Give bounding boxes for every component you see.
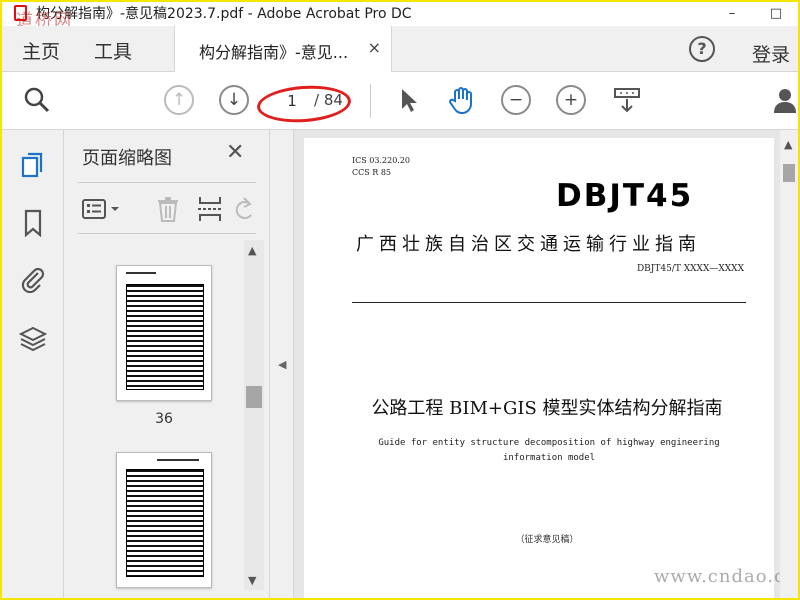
document-area: ICS 03.220.20 CCS R 85 DBJT45 广西壮族自治区交通运… (294, 130, 798, 598)
prev-page-icon[interactable]: ↑ (164, 85, 194, 115)
layers-icon[interactable] (16, 322, 50, 356)
zoom-in-icon[interactable]: + (556, 85, 586, 115)
home-menu[interactable]: 主页 (22, 37, 60, 64)
toolbar-divider (370, 84, 371, 118)
panel-close-icon[interactable]: ✕ (226, 140, 244, 165)
tools-menu[interactable]: 工具 (94, 37, 132, 64)
tab-close-icon[interactable]: × (368, 38, 381, 57)
red-annotation-ellipse (255, 82, 353, 126)
panel-scrollbar-thumb[interactable] (246, 386, 262, 408)
page-thumbnail[interactable] (116, 452, 212, 588)
next-page-icon[interactable]: ↓ (219, 85, 249, 115)
scroll-up-icon[interactable]: ▲ (248, 244, 256, 257)
document-page: ICS 03.220.20 CCS R 85 DBJT45 广西壮族自治区交通运… (304, 138, 774, 598)
scroll-down-icon[interactable]: ▼ (248, 574, 256, 587)
panel-collapse-handle[interactable]: ◀ (270, 130, 294, 598)
attachments-icon[interactable] (16, 262, 50, 296)
insert-page-icon[interactable] (196, 195, 224, 223)
document-tab-label: 构分解指南》-意见... (199, 43, 349, 62)
rotate-page-icon[interactable] (230, 195, 258, 223)
main-toolbar: ↑ ↓ / 84 − + (2, 72, 798, 130)
thumb-header-line (157, 459, 199, 461)
delete-page-icon[interactable] (154, 195, 182, 223)
thumbnail-page-number: 36 (155, 411, 173, 427)
thumbnail-panel: 页面缩略图 ✕ 36 ▲ ▼ (64, 130, 270, 598)
panel-toolbar (78, 182, 256, 234)
thumb-table (126, 284, 204, 390)
document-scrollbar[interactable]: ▲ (780, 130, 798, 598)
zoom-out-icon[interactable]: − (501, 85, 531, 115)
ccs-code: CCS R 85 (352, 168, 392, 177)
thumb-table (126, 469, 204, 577)
page-thumbnail[interactable] (116, 265, 212, 401)
english-title: Guide for entity structure decomposition… (344, 436, 754, 466)
region-title: 广西壮族自治区交通运输行业指南 (356, 234, 701, 255)
draft-note: （征求意见稿） (515, 535, 579, 545)
english-title-line: Guide for entity structure decomposition… (378, 438, 720, 448)
panel-scrollbar[interactable]: ▲ ▼ (244, 240, 264, 590)
share-user-icon[interactable] (772, 85, 798, 115)
panel-title: 页面缩略图 (82, 148, 172, 169)
minimize-button[interactable]: – (710, 2, 754, 24)
bookmarks-icon[interactable] (16, 206, 50, 240)
thumbnail-list: 36 (64, 240, 242, 598)
collapse-arrow-icon: ◀ (278, 358, 287, 371)
navigation-rail (2, 130, 64, 598)
title-bar: 构分解指南》-意见稿2023.7.pdf - Adobe Acrobat Pro… (2, 2, 798, 24)
thumb-header-line (126, 272, 156, 274)
window-title: 构分解指南》-意见稿2023.7.pdf - Adobe Acrobat Pro… (36, 6, 412, 22)
page-thumbnails-icon[interactable] (16, 148, 50, 182)
document-scrollbar-thumb[interactable] (783, 164, 795, 182)
maximize-button[interactable]: □ (754, 2, 798, 24)
help-icon[interactable]: ? (689, 36, 715, 62)
doc-scroll-up-icon[interactable]: ▲ (784, 138, 792, 151)
page-display-icon[interactable] (612, 85, 642, 115)
english-title-line: information model (502, 453, 596, 463)
select-cursor-icon[interactable] (394, 85, 424, 115)
hand-tool-icon[interactable] (446, 85, 476, 115)
acrobat-window: 构分解指南》-意见稿2023.7.pdf - Adobe Acrobat Pro… (2, 2, 798, 598)
search-icon[interactable] (22, 85, 52, 115)
menu-tab-bar: 主页 工具 构分解指南》-意见... × ? 登录 (2, 26, 798, 72)
ics-code: ICS 03.220.20 (352, 156, 411, 165)
standard-number: DBJT45/T XXXX—XXXX (636, 264, 744, 274)
standard-code: DBJT45 (556, 178, 694, 214)
divider-line (352, 302, 746, 303)
window-controls: – □ (710, 2, 798, 24)
thumbnail-options-icon[interactable] (80, 195, 124, 223)
document-tab[interactable]: 构分解指南》-意见... × (174, 26, 392, 72)
document-main-title: 公路工程 BIM+GIS 模型实体结构分解指南 (371, 398, 723, 419)
login-button[interactable]: 登录 (752, 40, 790, 67)
watermark-bottom: www.cndao.com (654, 566, 798, 587)
